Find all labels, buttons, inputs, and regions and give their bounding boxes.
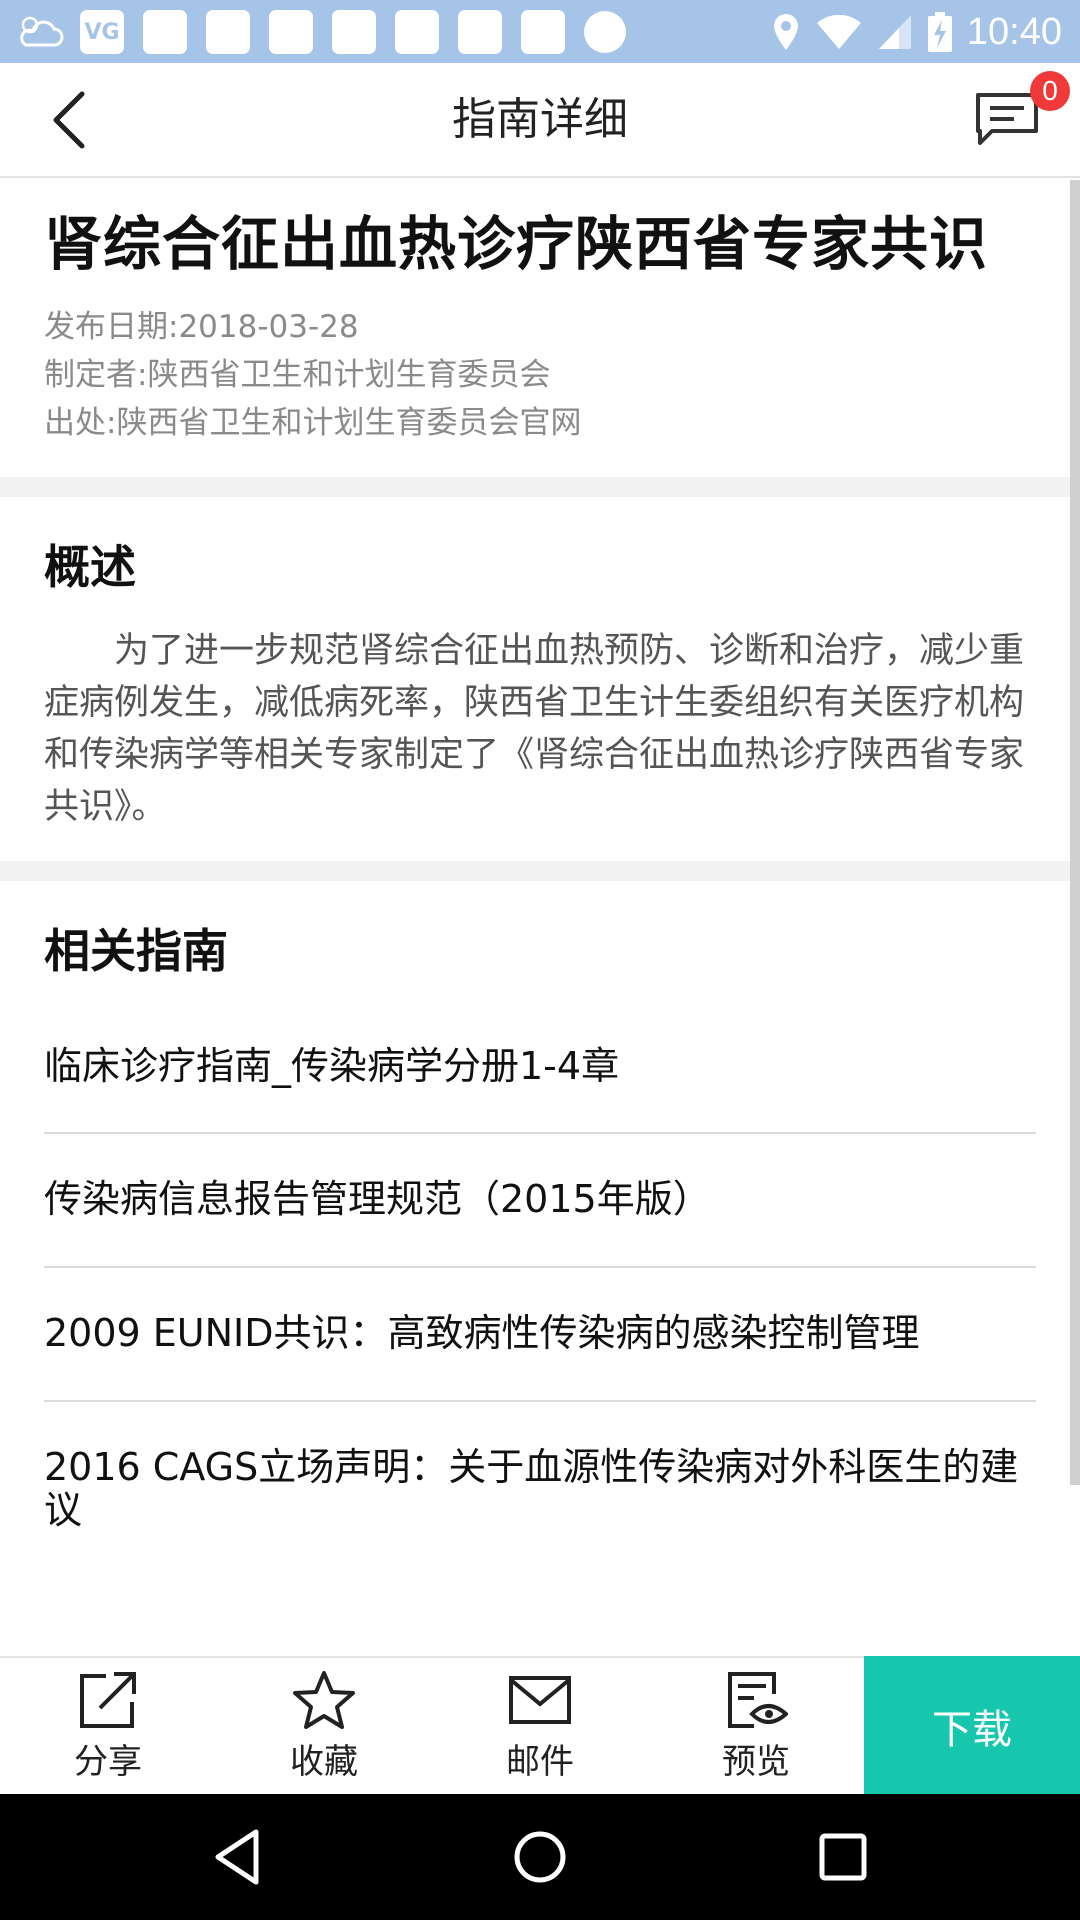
share-button[interactable]: 分享 [0,1658,216,1794]
title-bar: 指南详细 0 [0,63,1080,178]
message-icon [976,93,1038,145]
nav-recents-icon[interactable] [810,1824,876,1890]
signal-icon [878,15,911,49]
related-guide-item[interactable]: 临床诊疗指南_传染病学分册1-4章 [44,1001,1036,1135]
app-icon [332,10,376,54]
summary-heading: 概述 [44,539,136,594]
dot-icon [584,11,626,53]
mail-label: 邮件 [506,1741,574,1782]
related-guide-item[interactable]: 2016 CAGS立场声明：关于血源性传染病对外科医生的建议 [44,1402,1036,1569]
scrollbar[interactable] [1070,180,1080,1485]
wifi-icon [816,14,861,49]
related-guide-item[interactable]: 2009 EUNID共识：高致病性传染病的感染控制管理 [44,1268,1036,1402]
back-arrow-icon [53,91,85,149]
messages-button[interactable]: 0 [970,71,1070,155]
guide-author: 制定者:陕西省卫生和计划生育委员会 [44,356,551,393]
app-icon [521,10,565,54]
publish-date: 发布日期:2018-03-28 [44,308,359,345]
system-icons: 10:40 [757,8,1062,56]
preview-label: 预览 [722,1741,790,1782]
related-guides-list: 临床诊疗指南_传染病学分册1-4章 传染病信息报告管理规范（2015年版） 20… [0,1001,1080,1569]
back-button[interactable] [36,87,100,153]
page-title: 指南详细 [452,94,628,145]
guide-title: 肾综合征出血热诊疗陕西省专家共识 [44,210,989,278]
app-icon [269,10,313,54]
summary-text: 为了进一步规范肾综合征出血热预防、诊断和治疗，减少重症病例发生，减低病死率，陕西… [44,630,1025,827]
guide-content[interactable]: 肾综合征出血热诊疗陕西省专家共识 发布日期:2018-03-28 制定者:陕西省… [0,180,1080,1656]
notification-icons: VG [18,10,626,54]
nav-back-icon[interactable] [206,1824,272,1890]
bottom-toolbar: 分享 收藏 邮件 预览 下载 [0,1656,1080,1796]
preview-button[interactable]: 预览 [648,1658,864,1794]
battery-charging-icon [927,12,952,52]
mail-icon [509,1675,571,1724]
nav-home-icon[interactable] [507,1824,573,1890]
related-guide-item[interactable]: 传染病信息报告管理规范（2015年版） [44,1134,1036,1268]
star-icon [293,1670,355,1729]
share-label: 分享 [74,1741,142,1782]
preview-icon [728,1671,788,1728]
guide-header: 肾综合征出血热诊疗陕西省专家共识 发布日期:2018-03-28 制定者:陕西省… [0,180,1080,477]
app-icon [458,10,502,54]
related-heading: 相关指南 [44,923,228,978]
navigation-bar [0,1794,1080,1920]
mail-button[interactable]: 邮件 [432,1658,648,1794]
vg-app-icon: VG [80,10,124,54]
clock: 10:40 [966,10,1062,53]
favorite-label: 收藏 [290,1741,358,1782]
section-divider [0,860,1080,881]
guide-source: 出处:陕西省卫生和计划生育委员会官网 [44,404,582,441]
location-icon [773,14,798,50]
weather-cloud-icon [20,16,64,47]
app-icon [395,10,439,54]
favorite-button[interactable]: 收藏 [216,1658,432,1794]
share-icon [80,1671,136,1728]
app-icon [206,10,250,54]
app-icon [143,10,187,54]
section-divider [0,476,1080,497]
message-count-badge: 0 [1030,71,1070,111]
summary-section: 概述 为了进一步规范肾综合征出血热预防、诊断和治疗，减少重症病例发生，减低病死率… [0,497,1080,861]
download-button[interactable]: 下载 [864,1656,1080,1796]
status-bar: VG 10:40 [0,0,1080,63]
